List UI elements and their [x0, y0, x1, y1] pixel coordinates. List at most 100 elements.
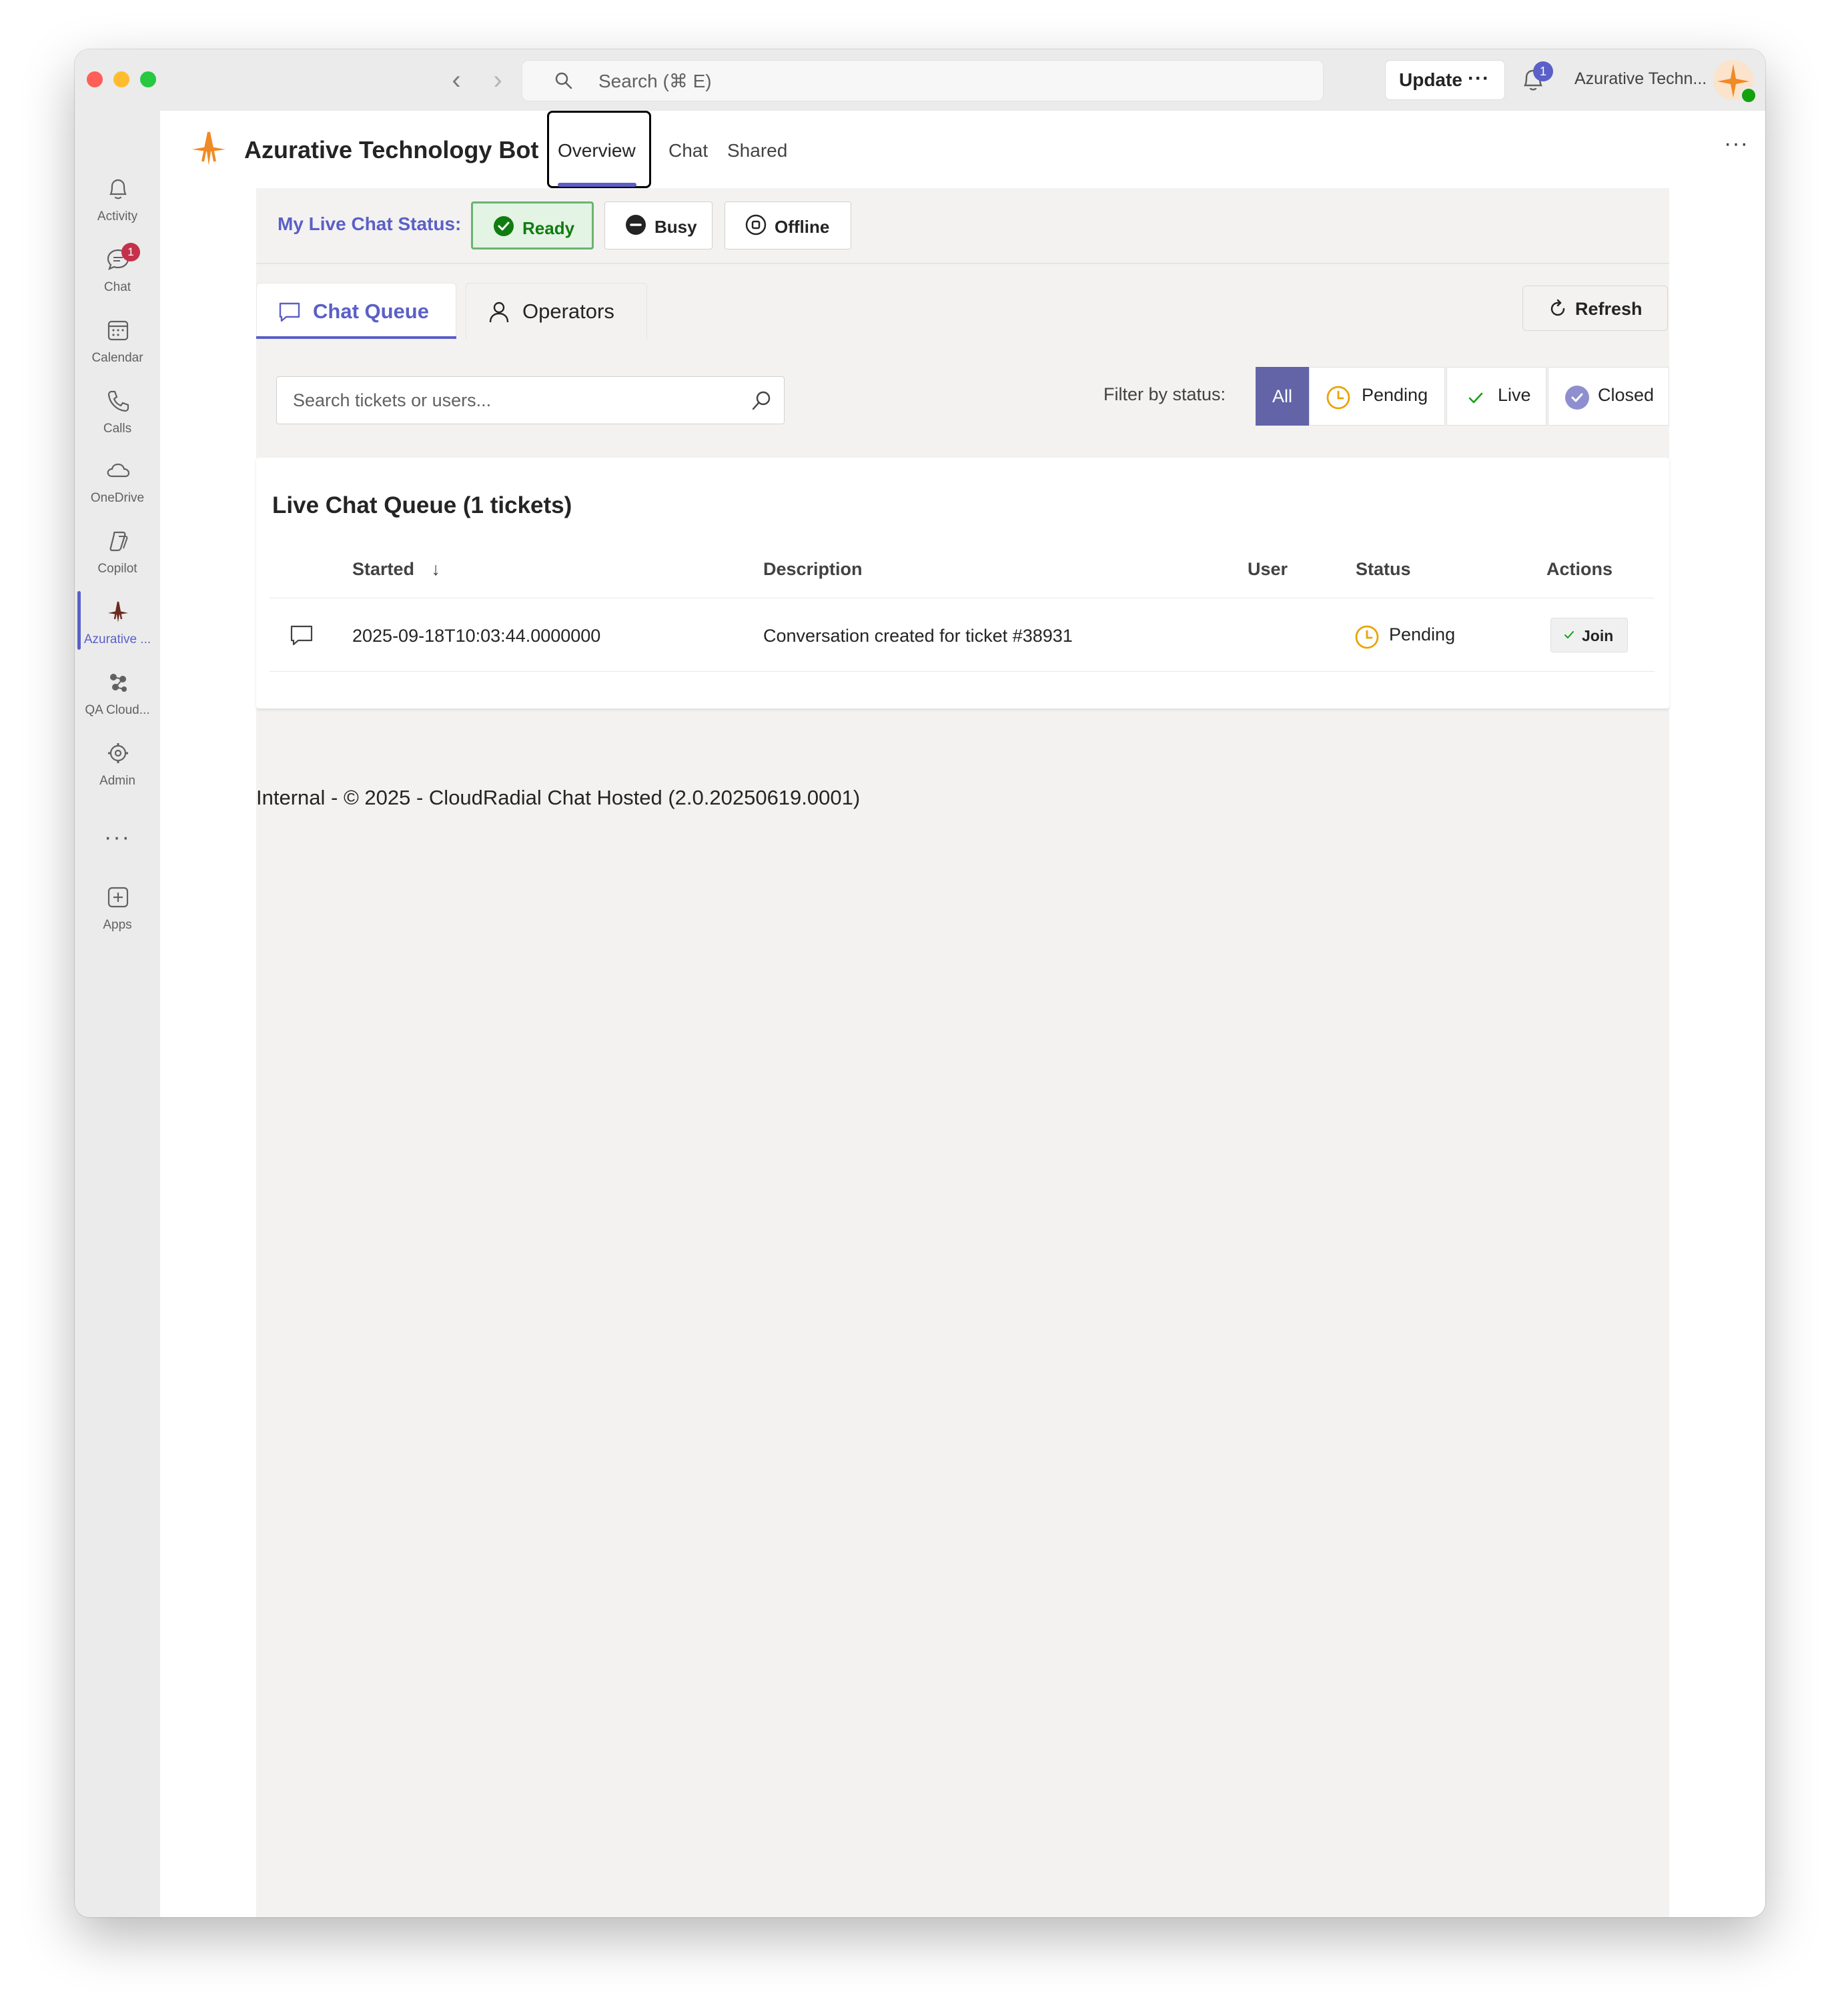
queue-title: Live Chat Queue (1 tickets) — [272, 492, 572, 518]
clock-icon — [1355, 625, 1379, 649]
phone-icon — [107, 390, 129, 412]
rail-item-onedrive[interactable]: OneDrive — [75, 454, 160, 518]
rail-item-label: Apps — [103, 918, 132, 932]
forward-arrow-icon[interactable]: › — [484, 64, 511, 96]
rail-item-label: OneDrive — [90, 491, 145, 505]
rail-item-label: Calls — [103, 422, 132, 436]
chat-bubble-icon — [290, 625, 313, 646]
refresh-icon — [1550, 299, 1565, 316]
cloud-icon — [107, 463, 130, 478]
rail-item-azurative[interactable]: Azurative ... — [75, 595, 160, 659]
search-icon[interactable] — [749, 389, 773, 413]
refresh-button[interactable]: Refresh — [1522, 286, 1668, 331]
column-header-status: Status — [1356, 559, 1411, 579]
teams-window: ‹ › Search (⌘ E) Update ··· 1 Azurative … — [75, 49, 1765, 1917]
calendar-icon — [107, 320, 129, 341]
status-ready-label: Ready — [522, 218, 575, 238]
person-icon — [489, 302, 509, 323]
tab-chat-queue-underline — [256, 336, 456, 339]
table-row-divider — [270, 671, 1655, 672]
live-chat-status-bar: My Live Chat Status: Ready Busy Offline — [256, 188, 1669, 264]
rail-item-label: Copilot — [97, 562, 137, 576]
qa-cloud-icon — [110, 674, 127, 692]
row-status: Pending — [1389, 624, 1456, 644]
search-icon — [555, 72, 572, 89]
tab-overview-underline — [558, 183, 636, 187]
tab-chat-queue[interactable]: Chat Queue — [256, 283, 456, 339]
status-busy-label: Busy — [654, 217, 697, 237]
tab-shared[interactable]: Shared — [727, 140, 787, 161]
row-description: Conversation created for ticket #38931 — [763, 626, 1073, 646]
admin-icon — [108, 743, 128, 763]
rail-more-icon[interactable]: ··· — [75, 825, 160, 851]
ticket-search-input[interactable]: Search tickets or users... — [276, 376, 785, 424]
rail-item-calendar[interactable]: Calendar — [75, 314, 160, 378]
filter-all-label: All — [1272, 386, 1293, 406]
back-arrow-icon[interactable]: ‹ — [443, 64, 470, 96]
tab-operators[interactable]: Operators — [466, 283, 647, 339]
chat-unread-badge: 1 — [121, 243, 140, 262]
overview-content: My Live Chat Status: Ready Busy Offline … — [256, 188, 1669, 1917]
rail-item-copilot[interactable]: Copilot — [75, 524, 160, 588]
presence-available-icon — [1740, 87, 1757, 104]
global-search-input[interactable]: Search (⌘ E) — [522, 60, 1324, 101]
rail-item-calls[interactable]: Calls — [75, 384, 160, 448]
tab-overview[interactable]: Overview — [558, 140, 636, 161]
close-window-button[interactable] — [87, 71, 103, 87]
refresh-label: Refresh — [1575, 299, 1643, 319]
update-label: Update — [1399, 69, 1462, 90]
rail-item-chat[interactable]: 1 Chat — [75, 243, 160, 307]
rail-item-apps[interactable]: Apps — [75, 881, 160, 945]
copilot-icon — [109, 531, 128, 552]
ticket-search-placeholder: Search tickets or users... — [293, 390, 492, 410]
live-chat-queue-card: Live Chat Queue (1 tickets) Started ↓ De… — [256, 458, 1669, 708]
zoom-window-button[interactable] — [140, 71, 156, 87]
column-header-label: Started — [352, 559, 415, 579]
status-busy-button[interactable]: Busy — [604, 201, 713, 249]
rail-item-label: Activity — [97, 209, 138, 223]
sort-descending-icon: ↓ — [431, 559, 441, 579]
tab-operators-label: Operators — [522, 300, 614, 323]
azurative-logo-icon — [108, 601, 128, 622]
status-label: My Live Chat Status: — [278, 213, 462, 234]
bell-icon — [109, 179, 127, 199]
status-offline-button[interactable]: Offline — [725, 201, 851, 249]
footer-text: Internal - © 2025 - CloudRadial Chat Hos… — [256, 786, 861, 809]
org-name[interactable]: Azurative Techn... — [1574, 69, 1707, 89]
column-header-started[interactable]: Started ↓ — [352, 559, 440, 580]
global-search-placeholder: Search (⌘ E) — [598, 71, 712, 91]
title-bar: ‹ › Search (⌘ E) Update ··· 1 Azurative … — [75, 49, 1765, 111]
column-header-actions: Actions — [1546, 559, 1613, 579]
rail-item-label: Azurative ... — [83, 632, 151, 646]
rail-item-admin[interactable]: Admin — [75, 736, 160, 801]
filter-live-label: Live — [1498, 385, 1531, 405]
update-button[interactable]: Update ··· — [1385, 60, 1505, 100]
filter-pending-button[interactable]: Pending — [1309, 367, 1445, 426]
row-started: 2025-09-18T10:03:44.0000000 — [352, 626, 601, 646]
closed-check-circle-icon — [1565, 386, 1589, 410]
filter-closed-button[interactable]: Closed — [1548, 367, 1669, 426]
checkmark-icon — [1564, 631, 1574, 638]
minimize-window-button[interactable] — [113, 71, 129, 87]
rail-item-label: Calendar — [91, 351, 143, 365]
app-header: Azurative Technology Bot Overview Chat S… — [160, 111, 1765, 189]
rail-item-label: Chat — [103, 280, 131, 294]
column-header-description: Description — [763, 559, 863, 579]
status-offline-label: Offline — [775, 217, 830, 237]
tab-chat[interactable]: Chat — [668, 140, 708, 161]
chat-bubble-icon — [279, 302, 300, 322]
status-ready-button[interactable]: Ready — [471, 201, 594, 249]
rail-item-activity[interactable]: Activity — [75, 172, 160, 236]
azurative-logo-icon — [192, 131, 225, 165]
rail-item-label: QA Cloud... — [85, 703, 150, 717]
offline-icon — [745, 214, 767, 235]
filter-live-button[interactable]: Live — [1446, 367, 1546, 426]
rail-item-qa-cloud[interactable]: QA Cloud... — [75, 666, 160, 730]
rail-item-label: Admin — [99, 774, 135, 788]
join-button[interactable]: Join — [1550, 618, 1628, 652]
check-circle-icon — [494, 216, 514, 236]
tab-chat-queue-label: Chat Queue — [313, 300, 429, 323]
app-more-icon[interactable]: ··· — [1724, 131, 1749, 157]
filter-all-button[interactable]: All — [1256, 367, 1309, 426]
filter-closed-label: Closed — [1598, 385, 1655, 405]
